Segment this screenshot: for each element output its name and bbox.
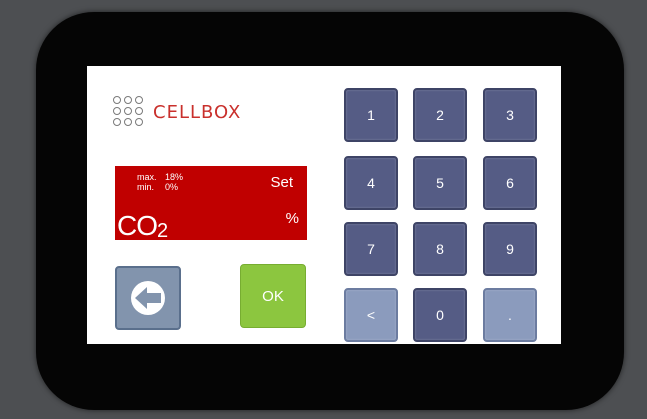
gas-label: CO2 (117, 210, 168, 243)
cellbox-logo: CELLBOX (113, 92, 241, 132)
logo-dots-icon (113, 96, 145, 128)
unit-label: % (285, 210, 299, 227)
back-button[interactable] (115, 266, 181, 330)
key-2[interactable]: 2 (413, 88, 467, 142)
key-9[interactable]: 9 (483, 222, 537, 276)
value-display: max. 18% min. 0% Set % CO2 (115, 166, 307, 243)
backspace-key[interactable]: < (344, 288, 398, 342)
gas-subscript: 2 (157, 220, 168, 242)
key-1[interactable]: 1 (344, 88, 398, 142)
key-6[interactable]: 6 (483, 156, 537, 210)
max-label: max. (137, 172, 157, 182)
min-label: min. (137, 182, 155, 192)
max-value: 18% (165, 172, 184, 182)
range-info: max. 18% min. 0% (137, 172, 183, 192)
ok-button[interactable]: OK (240, 264, 306, 328)
key-8[interactable]: 8 (413, 222, 467, 276)
key-3[interactable]: 3 (483, 88, 537, 142)
key-7[interactable]: 7 (344, 222, 398, 276)
touch-screen: CELLBOX max. 18% min. 0% Set % CO2 OK 1 … (87, 66, 561, 344)
min-value: 0% (165, 182, 179, 192)
mode-label: Set (270, 174, 293, 191)
decimal-key[interactable]: . (483, 288, 537, 342)
gas-main: CO (117, 210, 158, 241)
key-0[interactable]: 0 (413, 288, 467, 342)
logo-text: CELLBOX (153, 101, 242, 123)
key-4[interactable]: 4 (344, 156, 398, 210)
arrow-left-icon (131, 281, 165, 315)
key-5[interactable]: 5 (413, 156, 467, 210)
